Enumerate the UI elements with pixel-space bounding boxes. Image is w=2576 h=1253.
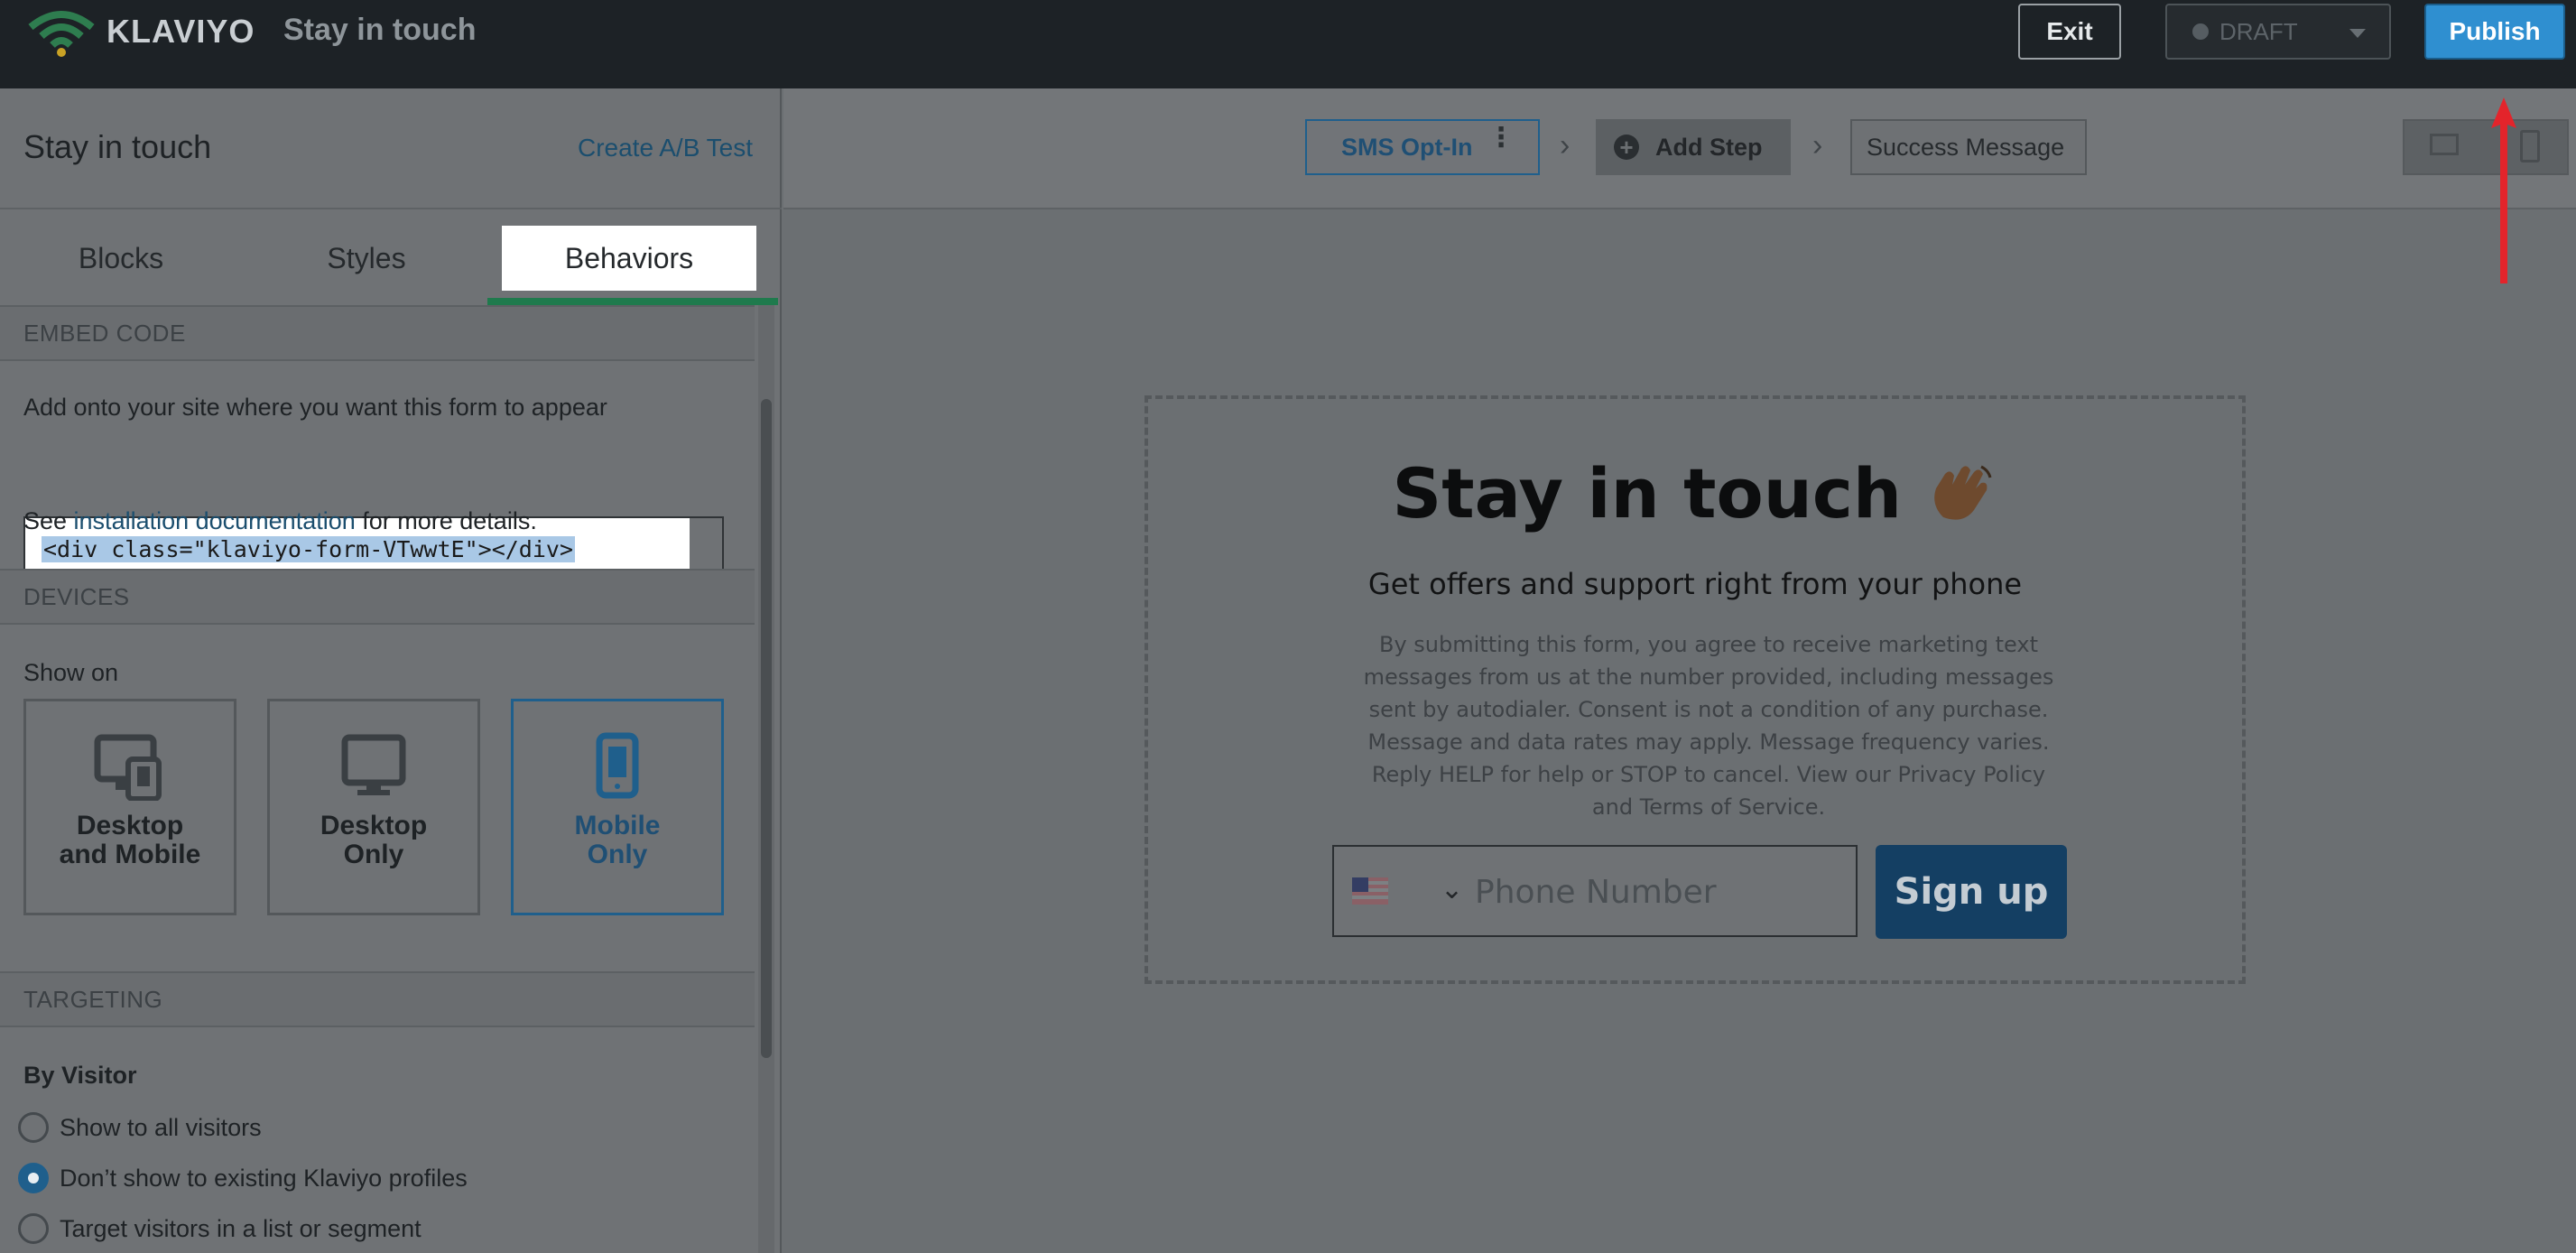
device-option-desktop-only[interactable]: Desktop Only [267,699,480,915]
step-label: SMS Opt-In [1341,133,1473,161]
tab-styles[interactable]: Styles [246,211,487,305]
device-label: Mobile [574,811,661,840]
form-heading[interactable]: Stay in touch [1148,453,2242,534]
chevron-right-icon: › [1812,128,1823,162]
panel-tabs: Blocks Styles Behaviors [0,211,782,305]
step-bar: SMS Opt-In ⋮ › + Add Step › Success Mess… [783,88,2576,209]
form-legal-text[interactable]: By submitting this form, you agree to re… [1352,628,2065,823]
radio-button-selected[interactable] [18,1163,49,1193]
form-canvas[interactable]: Stay in touch Get offers and support rig… [1144,395,2246,984]
tab-blocks[interactable]: Blocks [0,211,242,305]
mobile-view-icon[interactable] [2520,130,2540,162]
preview-device-toggle [2403,119,2569,175]
top-bar: KLAVIYO Stay in touch Exit DRAFT Publish [0,0,2576,88]
more-options-icon[interactable]: ⋮ [1487,125,1515,152]
waving-hand-icon [1934,465,1992,520]
form-editor: SMS Opt-In ⋮ › + Add Step › Success Mess… [783,88,2576,1253]
show-on-label: Show on [23,659,119,686]
step-label: Success Message [1867,133,2065,161]
sign-up-button[interactable]: Sign up [1876,845,2067,939]
form-subheading[interactable]: Get offers and support right from your p… [1148,567,2242,601]
embed-code-text[interactable]: <div class="klaviyo-form-VTwwtE"></div> [42,536,575,562]
targeting-option-list-segment[interactable]: Target visitors in a list or segment [18,1213,422,1244]
exit-button[interactable]: Exit [2018,4,2121,60]
status-dropdown[interactable]: DRAFT [2165,4,2391,60]
device-label: Desktop [76,811,184,840]
embed-instruction: Add onto your site where you want this f… [23,394,607,421]
scrollbar-thumb[interactable] [761,399,772,1058]
tab-behaviors[interactable]: Behaviors [502,226,756,291]
phone-number-placeholder: Phone Number [1475,874,1717,911]
annotation-arrow-icon [2491,97,2516,283]
us-flag-icon [1352,877,1388,905]
radio-button[interactable] [18,1213,49,1244]
installation-documentation-link[interactable]: installation documentation [74,507,356,534]
phone-number-field[interactable]: ⌄ Phone Number [1332,845,1858,937]
brand-name: KLAVIYO [107,13,255,50]
step-label: Add Step [1655,133,1763,161]
create-ab-test-link[interactable]: Create A/B Test [578,134,753,162]
step-success-message[interactable]: Success Message [1850,119,2087,175]
panel-title: Stay in touch [23,128,212,165]
left-panel: Stay in touch Create A/B Test Blocks Sty… [0,88,782,1253]
mobile-icon [596,732,639,799]
panel-scrollbar[interactable] [758,305,774,1253]
add-step-button[interactable]: + Add Step [1596,119,1791,175]
form-name-title: Stay in touch [283,13,477,47]
status-label: DRAFT [2219,17,2298,45]
panel-header: Stay in touch Create A/B Test [0,88,782,209]
step-sms-opt-in[interactable]: SMS Opt-In ⋮ [1305,119,1540,175]
klaviyo-logo-icon [28,11,95,57]
status-dot-icon [2192,23,2209,40]
plus-circle-icon: + [1614,134,1639,161]
country-dropdown-chevron-icon[interactable]: ⌄ [1441,874,1463,905]
device-option-mobile-only[interactable]: Mobile Only [511,699,724,915]
section-header-targeting: TARGETING [0,971,755,1027]
publish-button[interactable]: Publish [2424,4,2565,60]
device-option-desktop-and-mobile[interactable]: Desktop and Mobile [23,699,236,915]
installation-note: See installation documentation for more … [23,507,537,534]
device-label: Desktop [320,811,428,840]
desktop-icon [341,734,406,795]
by-visitor-label: By Visitor [23,1062,137,1089]
chevron-right-icon: › [1560,128,1571,162]
section-header-embed-code: EMBED CODE [0,305,755,361]
section-header-devices: DEVICES [0,569,755,625]
targeting-option-exclude-profiles[interactable]: Don’t show to existing Klaviyo profiles [18,1163,468,1193]
desktop-mobile-icon [94,734,162,801]
radio-button[interactable] [18,1112,49,1143]
active-tab-indicator [487,298,778,305]
chevron-down-icon [2349,29,2366,38]
targeting-option-all-visitors[interactable]: Show to all visitors [18,1112,262,1143]
desktop-view-icon[interactable] [2430,134,2459,155]
